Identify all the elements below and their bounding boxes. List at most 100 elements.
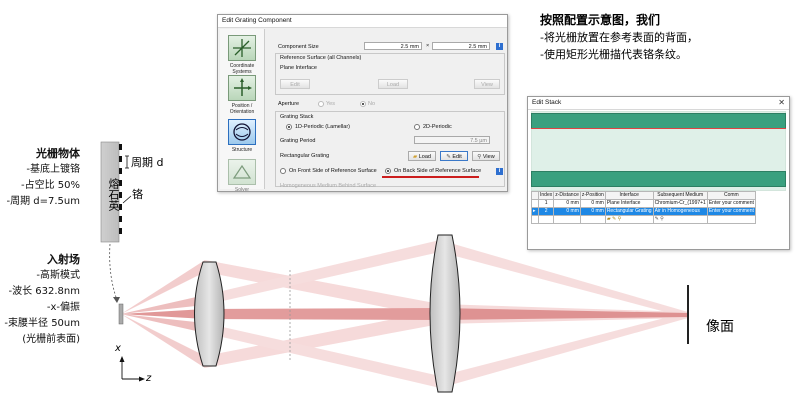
sidebar-item-solver[interactable]: Solver xyxy=(223,159,261,193)
reference-edit-button[interactable]: Edit xyxy=(280,79,310,89)
column-header: z-Position xyxy=(579,191,606,200)
field-line-1: -高斯模式 xyxy=(36,270,80,281)
stack-table: Index z-Distance z-Position Interface Su… xyxy=(531,191,756,224)
row-index: 2 xyxy=(537,207,555,216)
config-note-title: 按照配置示意图，我们 xyxy=(540,13,661,27)
plane-interface-label: Plane Interface xyxy=(280,65,317,71)
info-icon[interactable]: i xyxy=(496,43,503,50)
row-zdistance[interactable]: 0 mm xyxy=(553,199,581,208)
column-header: Subsequent Medium xyxy=(652,191,708,200)
grating-element xyxy=(118,303,124,325)
periodic-2d-radio[interactable] xyxy=(414,124,420,130)
size-height-field[interactable]: 2.5 mm xyxy=(432,42,490,50)
sidebar-item-structure[interactable]: Structure xyxy=(223,119,261,153)
table-row[interactable]: 1 0 mm 0 mm Plane Interface Chromium-Cr_… xyxy=(531,199,756,208)
row-medium[interactable]: Chromium-Cr_(1997+1 xyxy=(652,199,708,208)
row-action-icons[interactable]: ✎ ⚲ xyxy=(652,215,708,224)
row-action-icons[interactable]: ▰ ✎ ⚲ xyxy=(604,215,654,224)
reference-view-button[interactable]: View xyxy=(474,79,500,89)
field-line-5: (光栅前表面) xyxy=(22,334,80,345)
substrate-label: 熔石英 xyxy=(107,178,120,211)
image-plane-label: 像面 xyxy=(706,319,734,335)
pencil-icon: ✎ xyxy=(446,154,451,160)
row-zdistance[interactable]: 0 mm xyxy=(553,207,581,216)
magnifier-icon: ⚲ xyxy=(477,154,482,160)
row-medium[interactable]: Air in Homogeneous xyxy=(652,207,708,216)
incident-field-title: 入射场 xyxy=(47,253,80,266)
periodic-2d-label: 2D-Periodic xyxy=(423,124,452,130)
size-x-sign: × xyxy=(426,43,430,49)
field-line-4: -束腰半径 50um xyxy=(4,318,80,329)
dialog-sidebar: Coordinate Systems Position / Orientatio… xyxy=(220,29,265,193)
config-note-line-2: -使用矩形光栅描代表铬条纹。 xyxy=(540,48,687,61)
stack-layer-top xyxy=(531,113,786,129)
grating-object-annotation: 光栅物体 -基底上镀铬 -占空比 50% -周期 d=7.5um xyxy=(7,146,81,210)
aperture-yes-label: Yes xyxy=(326,101,335,107)
reference-load-button[interactable]: Load xyxy=(378,79,408,89)
dialog-titlebar: Edit Grating Component xyxy=(218,15,507,28)
row-zposition: 0 mm xyxy=(579,199,606,208)
front-side-label: On Front Side of Reference Surface xyxy=(289,168,377,174)
row-interface[interactable]: Plane Interface xyxy=(604,199,654,208)
folder-icon: ▰ xyxy=(412,154,418,160)
lens-1 xyxy=(194,261,225,367)
aperture-yes-radio[interactable] xyxy=(318,101,324,107)
interface-line-1 xyxy=(531,128,786,129)
front-side-radio[interactable] xyxy=(280,168,286,174)
table-row[interactable]: ▸ 2 0 mm 0 mm Rectangular Grating Air in… xyxy=(531,207,756,216)
row-marker: ▸ xyxy=(531,207,539,216)
coordinate-axes xyxy=(119,356,145,382)
period-label: 周期 d xyxy=(131,156,164,169)
aperture-no-label: No xyxy=(368,101,376,107)
grating-load-button[interactable]: ▰ Load xyxy=(408,151,436,161)
info-icon[interactable]: i xyxy=(496,168,503,175)
component-size-label: Component Size xyxy=(278,44,319,50)
highlight-underline xyxy=(382,176,479,178)
edit-label: Edit xyxy=(452,154,462,160)
grating-period-label: Grating Period xyxy=(280,138,316,144)
column-header: Interface xyxy=(604,191,654,200)
grating-line-3: -周期 d=7.5um xyxy=(6,196,81,207)
coordinate-systems-icon xyxy=(228,35,256,61)
solver-icon xyxy=(228,159,256,185)
sidebar-item-position[interactable]: Position / Orientation xyxy=(223,75,261,115)
row-comment[interactable]: Enter your comment xyxy=(706,207,756,216)
row-comment[interactable]: Enter your comment xyxy=(706,199,756,208)
close-icon[interactable]: ✕ xyxy=(778,97,785,109)
edit-grating-dialog: Edit Grating Component Coordinate System… xyxy=(217,14,508,193)
sidebar-label: Structure xyxy=(231,147,253,153)
grating-stack-label: Grating Stack xyxy=(280,114,314,120)
stack-titlebar: Edit Stack ✕ xyxy=(528,97,789,110)
size-width-field[interactable]: 2.5 mm xyxy=(364,42,422,50)
config-note: 按照配置示意图，我们 -将光栅放置在参考表面的背面， -使用矩形光栅描代表铬条纹… xyxy=(540,12,698,63)
row-index: 1 xyxy=(537,199,555,208)
position-orientation-icon xyxy=(228,75,256,101)
row-interface[interactable]: Rectangular Grating xyxy=(604,207,654,216)
stack-table-header: Index z-Distance z-Position Interface Su… xyxy=(531,191,756,200)
chrome-label: 铬 xyxy=(132,188,143,201)
periodic-1d-label: 1D-Periodic (Lamellar) xyxy=(295,124,351,130)
grating-edit-button[interactable]: ✎ Edit xyxy=(440,151,468,161)
structure-icon xyxy=(228,119,256,145)
grating-period-field[interactable]: 7.5 µm xyxy=(414,136,490,144)
periodic-1d-radio[interactable] xyxy=(286,124,292,130)
lens-2 xyxy=(429,234,461,393)
grating-line-1: -基底上镀铬 xyxy=(26,164,80,175)
row-marker xyxy=(531,199,539,208)
sidebar-item-coordinate-systems[interactable]: Coordinate Systems xyxy=(223,35,261,75)
aperture-label: Aperture xyxy=(278,101,300,107)
view-label: View xyxy=(482,154,495,160)
grating-view-button[interactable]: ⚲ View xyxy=(472,151,500,161)
back-side-label: On Back Side of Reference Surface xyxy=(394,168,482,174)
stack-layer-bottom xyxy=(531,171,786,187)
config-note-line-1: -将光栅放置在参考表面的背面， xyxy=(540,31,698,44)
field-line-3: -x-偏振 xyxy=(46,302,80,313)
sidebar-label: Position / Orientation xyxy=(229,103,255,115)
back-side-radio[interactable] xyxy=(385,168,391,174)
edit-stack-dialog: Edit Stack ✕ Index z-Distance z-Position… xyxy=(527,96,790,250)
stack-title: Edit Stack xyxy=(532,99,562,106)
table-row-icons: ▰ ✎ ⚲ ✎ ⚲ xyxy=(531,215,756,224)
dialog-title: Edit Grating Component xyxy=(222,17,292,24)
grating-object-title: 光栅物体 xyxy=(36,147,80,160)
aperture-no-radio[interactable] xyxy=(360,101,366,107)
